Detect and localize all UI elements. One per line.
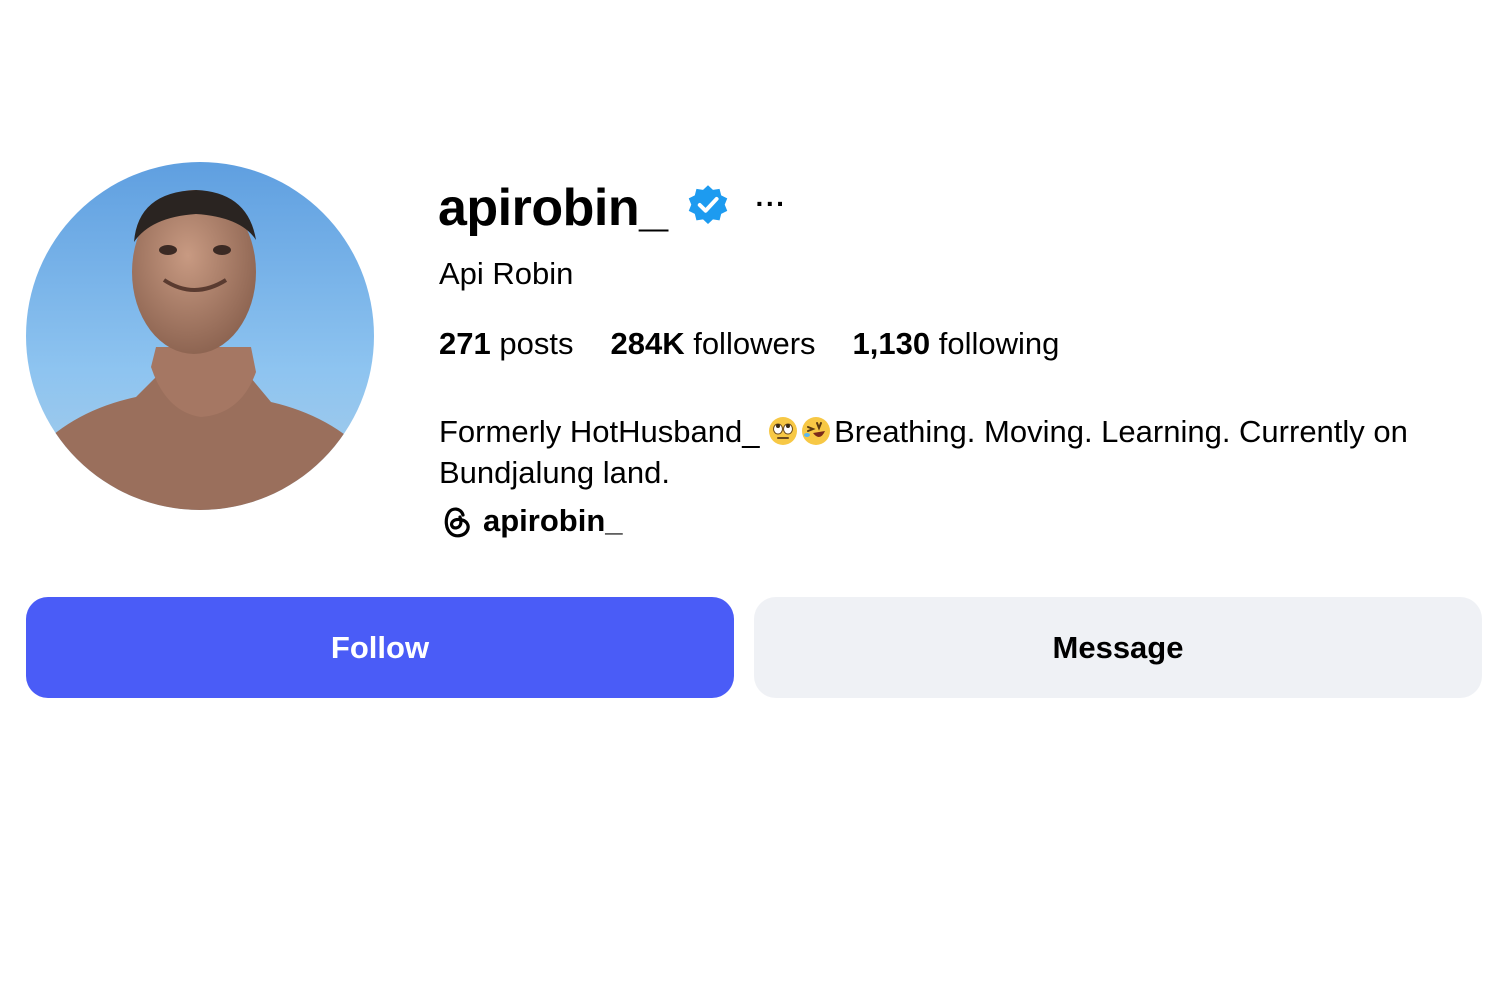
stat-following-label: following (938, 326, 1060, 361)
username-row: apirobin_ ··· (438, 172, 787, 244)
eye-roll-emoji (768, 416, 798, 446)
stat-following[interactable]: 1,130 following (853, 325, 1060, 363)
more-options-button[interactable]: ··· (756, 188, 787, 220)
profile-page: apirobin_ ··· Api Robin 271 posts 284K f… (0, 0, 1500, 1000)
bio-text-start: Formerly HotHusband_ (439, 414, 769, 449)
profile-photo (26, 162, 374, 510)
bio: Formerly HotHusband_ Breathing. Moving. … (439, 411, 1489, 493)
threads-handle: apirobin_ (483, 503, 623, 538)
stat-followers-value: 284K (610, 326, 685, 361)
rolling-laughing-emoji (801, 416, 831, 446)
stats-row: 271 posts 284K followers 1,130 following (439, 325, 1096, 363)
verified-badge-icon (686, 183, 730, 227)
stat-posts-value: 271 (439, 326, 491, 361)
message-button[interactable]: Message (754, 597, 1482, 698)
stat-posts[interactable]: 271 posts (439, 325, 573, 363)
threads-link[interactable]: apirobin_ (439, 502, 623, 540)
stat-followers[interactable]: 284K followers (610, 325, 815, 363)
stat-posts-label: posts (499, 326, 574, 361)
avatar[interactable] (26, 162, 374, 510)
stat-following-value: 1,130 (852, 326, 931, 361)
threads-icon (439, 502, 473, 540)
stat-followers-label: followers (693, 326, 816, 361)
username: apirobin_ (438, 179, 668, 237)
follow-button[interactable]: Follow (26, 597, 734, 698)
full-name: Api Robin (439, 256, 574, 291)
